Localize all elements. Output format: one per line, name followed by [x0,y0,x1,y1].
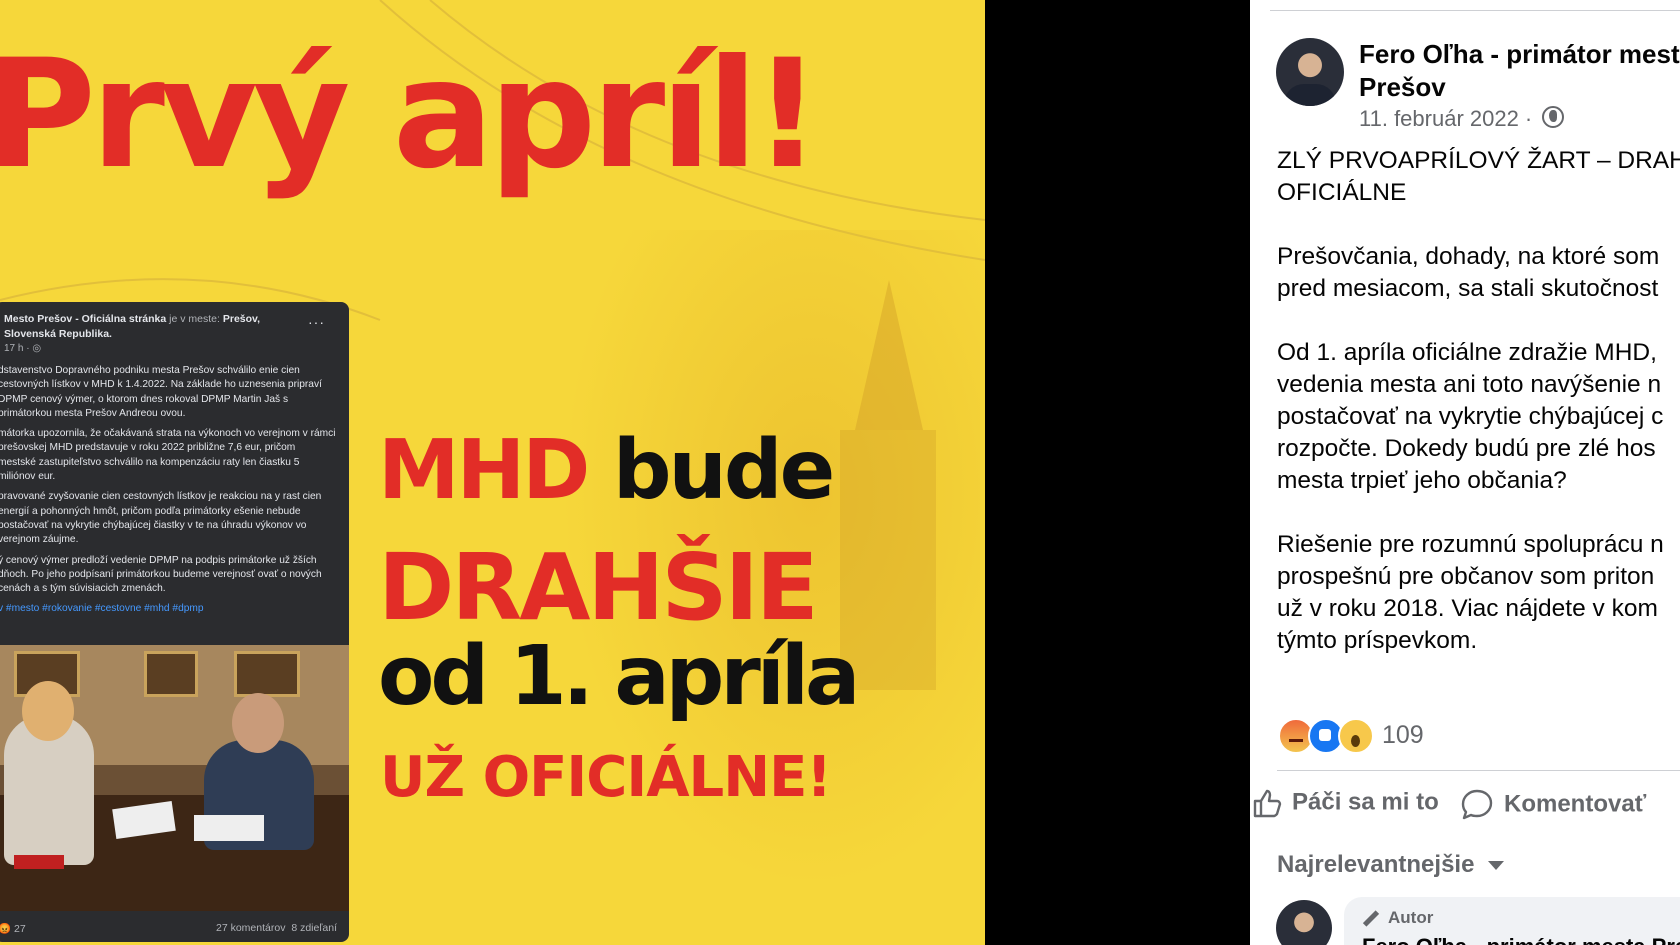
embedded-post-header: Mesto Prešov - Oficiálna stránka je v me… [4,312,304,342]
embedded-comments-shares: 27 komentárov 8 zdieľaní [216,922,337,934]
author-avatar[interactable] [1276,38,1344,106]
globe-icon [1542,106,1565,128]
headline-line3: od 1. apríla [378,629,860,724]
like-button[interactable]: Páči sa mi to [1252,788,1439,828]
embedded-post-time: 17 h · ◎ [4,343,42,354]
embedded-location-prefix: je v meste: [169,313,220,325]
thumbs-up-icon [1252,788,1282,818]
more-options-icon: ··· [308,314,325,330]
divider [1270,0,1680,11]
shared-image[interactable]: Prvý apríl! Mesto Prešov - Oficiálna str… [0,0,985,945]
comment-button[interactable]: Komentovať [1460,788,1646,828]
divider [1277,770,1680,771]
embedded-hashtags: v #mesto #rokovanie #cestovne #mhd #dpmp [0,603,204,615]
embedded-reaction-count: 😡 27 [0,923,26,935]
embedded-paragraph: dstavenstvo Dopravného podniku mesta Pre… [0,365,322,419]
post-paragraph: Od 1. apríla oficiálne zdražie MHD, veden… [1277,339,1664,494]
post-paragraph: Riešenie pre rozumnú spoluprácu n prospeš… [1277,531,1664,654]
headline-line4: UŽ OFICIÁLNE! [380,745,832,810]
post-body: ZLÝ PRVOAPRÍLOVÝ ŽART – DRAH OFICIÁLNE Pr… [1277,145,1680,689]
commenter-avatar[interactable] [1276,900,1332,945]
post-paragraph: Prešovčania, dohady, na ktoré som pred me… [1277,243,1660,302]
reaction-count[interactable]: 109 [1382,721,1424,750]
headline-line2: DRAHŠIE [378,534,819,641]
embedded-page-name: Mesto Prešov - Oficiálna stránka [4,313,167,325]
embedded-post-card: Mesto Prešov - Oficiálna stránka je v me… [0,302,349,942]
post-paragraph: ZLÝ PRVOAPRÍLOVÝ ŽART – DRAH OFICIÁLNE [1277,147,1680,206]
author-name[interactable]: Fero Oľha - primátor mesta Prešov [1359,38,1680,104]
wow-icon [1338,718,1374,754]
commenter-name[interactable]: Fero Oľha - primátor mesta Prešov [1362,934,1680,945]
embedded-paragraph: pravované zvyšovanie cien cestovných lís… [0,491,322,546]
author-badge: Autor [1362,908,1433,928]
viewer-background [985,0,1250,945]
globe-icon: ◎ [32,343,42,354]
comment-icon [1460,788,1494,822]
post-date[interactable]: 11. február 2022 · [1359,106,1565,132]
chevron-down-icon [1488,861,1505,871]
embedded-paragraph: mátorka upozornila, že očakávaná strata … [0,428,336,483]
comment-sort-dropdown[interactable]: Najrelevantnejšie [1277,851,1505,879]
embedded-paragraph: ý cenový výmer predloží vedenie DPMP na … [0,554,322,595]
embedded-post-text: dstavenstvo Dopravného podniku mesta Pre… [0,364,336,617]
embedded-meeting-photo [0,645,349,911]
headline-line1: MHD bude [378,423,835,518]
embedded-post-footer: 😡 27 27 komentárov 8 zdieľaní [0,914,349,942]
pencil-icon [1362,910,1380,927]
post-sidebar: Fero Oľha - primátor mesta Prešov 11. fe… [1250,0,1680,945]
headline: Prvý apríl! [0,28,821,202]
